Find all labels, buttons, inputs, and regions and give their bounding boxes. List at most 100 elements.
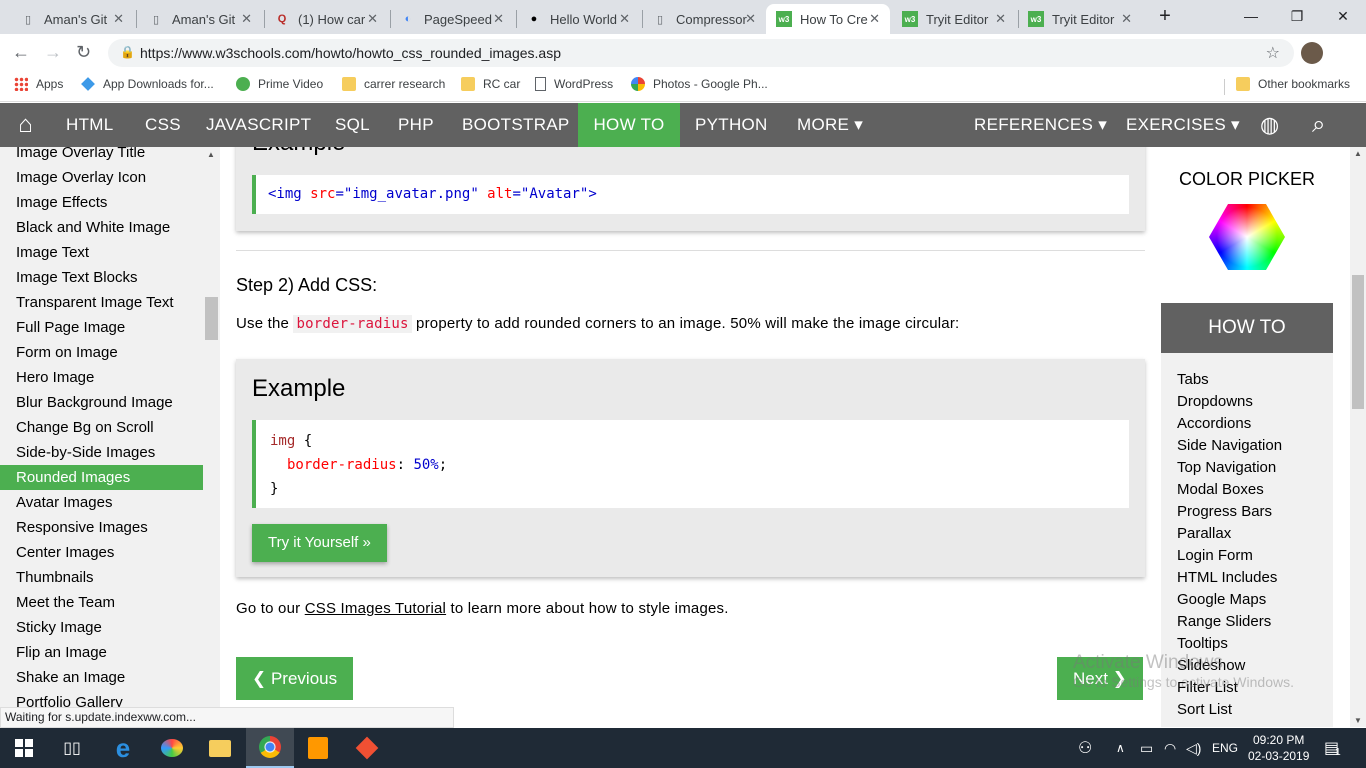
sidebar-scroll-thumb[interactable] [205, 297, 218, 340]
omnibox[interactable]: 🔒 https://www.w3schools.com/howto/howto_… [108, 39, 1294, 67]
sidebar-item[interactable]: Image Overlay Icon [0, 165, 205, 190]
sidebar-item[interactable]: Responsive Images [0, 515, 205, 540]
nav-html[interactable]: HTML [66, 103, 113, 147]
howto-link[interactable]: Tabs [1161, 369, 1333, 391]
git-icon[interactable] [343, 728, 391, 768]
nav-exercises[interactable]: EXERCISES ▾ [1126, 103, 1240, 147]
bookmark-item[interactable]: App Downloads for... [81, 77, 214, 91]
sublime-icon[interactable] [294, 728, 342, 768]
tab[interactable]: w3 Tryit Editor ✕ [892, 4, 1016, 34]
windows-start-icon[interactable] [0, 728, 48, 768]
scroll-up-icon[interactable]: ▲ [207, 150, 215, 159]
howto-link[interactable]: Top Navigation [1161, 457, 1333, 479]
bookmark-item[interactable]: Prime Video [236, 77, 323, 91]
howto-link[interactable]: Range Sliders [1161, 611, 1333, 633]
minimize-button[interactable]: — [1228, 0, 1274, 32]
sidebar-item[interactable]: Full Page Image [0, 315, 205, 340]
color-hexagon-icon[interactable] [1209, 204, 1285, 270]
try-it-yourself-button[interactable]: Try it Yourself » [252, 524, 387, 562]
nav-bootstrap[interactable]: BOOTSTRAP [462, 103, 570, 147]
howto-link[interactable]: Progress Bars [1161, 501, 1333, 523]
nav-howto[interactable]: HOW TO [578, 103, 680, 147]
howto-link[interactable]: Dropdowns [1161, 391, 1333, 413]
tab[interactable]: w3 Tryit Editor ✕ [1018, 4, 1142, 34]
tab-close-icon[interactable]: ✕ [493, 11, 504, 27]
tab-close-icon[interactable]: ✕ [113, 11, 124, 27]
reload-button[interactable]: ↻ [76, 42, 91, 63]
sidebar-item[interactable]: Avatar Images [0, 490, 205, 515]
tab-active[interactable]: w3 How To Cre ✕ [766, 4, 890, 34]
language-indicator[interactable]: ENG [1212, 728, 1238, 768]
howto-link[interactable]: Google Maps [1161, 589, 1333, 611]
sidebar-scrollbar[interactable]: ▲ [205, 147, 218, 710]
profile-avatar[interactable] [1301, 42, 1323, 64]
bookmark-item[interactable]: RC car [461, 77, 520, 91]
nav-sql[interactable]: SQL [335, 103, 370, 147]
sidebar-item[interactable]: Side-by-Side Images [0, 440, 205, 465]
sidebar-item[interactable]: Meet the Team [0, 590, 205, 615]
tab[interactable]: ▯ Aman's Git ✕ [138, 4, 262, 34]
tab[interactable]: ● Hello World ✕ [516, 4, 640, 34]
globe-icon[interactable]: ◍ [1260, 103, 1280, 147]
task-view-icon[interactable]: ▯▯ [48, 728, 96, 768]
nav-python[interactable]: PYTHON [695, 103, 768, 147]
paint-icon[interactable] [148, 728, 196, 768]
howto-link[interactable]: Login Form [1161, 545, 1333, 567]
previous-button[interactable]: ❮ Previous [236, 657, 354, 700]
tab-close-icon[interactable]: ✕ [995, 11, 1006, 27]
back-button[interactable]: ← [12, 42, 30, 63]
home-icon[interactable]: ⌂ [0, 103, 51, 147]
url-text[interactable]: https://www.w3schools.com/howto/howto_cs… [140, 45, 561, 61]
tab-close-icon[interactable]: ✕ [1121, 11, 1132, 27]
page-scroll-thumb[interactable] [1352, 275, 1364, 409]
tab-close-icon[interactable]: ✕ [241, 11, 252, 27]
wifi-icon[interactable]: ◠ [1164, 728, 1176, 768]
howto-link[interactable]: Side Navigation [1161, 435, 1333, 457]
tab[interactable]: ▯ Aman's Git ✕ [10, 4, 134, 34]
file-explorer-icon[interactable] [196, 728, 244, 768]
tab-close-icon[interactable]: ✕ [869, 11, 880, 27]
nav-php[interactable]: PHP [398, 103, 434, 147]
tab[interactable]: ◐ PageSpeed ✕ [390, 4, 514, 34]
tab[interactable]: Q (1) How car ✕ [264, 4, 388, 34]
clock[interactable]: 09:20 PM 02-03-2019 [1248, 728, 1309, 768]
bookmark-star-icon[interactable]: ☆ [1266, 43, 1280, 63]
nav-more[interactable]: MORE ▾ [797, 103, 863, 147]
nav-css[interactable]: CSS [145, 103, 181, 147]
new-tab-button[interactable]: + [1150, 0, 1180, 32]
sidebar-item[interactable]: Hero Image [0, 365, 205, 390]
forward-button[interactable]: → [44, 42, 62, 63]
sidebar-item[interactable]: Black and White Image [0, 215, 205, 240]
volume-icon[interactable]: ◁) [1186, 728, 1201, 768]
sidebar-item[interactable]: Shake an Image [0, 665, 205, 690]
bookmark-item[interactable]: Photos - Google Ph... [631, 77, 768, 91]
sidebar-item[interactable]: Form on Image [0, 340, 205, 365]
maximize-button[interactable]: ❐ [1274, 0, 1320, 32]
other-bookmarks[interactable]: Other bookmarks [1236, 77, 1350, 91]
tab-close-icon[interactable]: ✕ [367, 11, 378, 27]
people-icon[interactable]: ⚇ [1078, 728, 1092, 768]
scroll-down-icon[interactable]: ▼ [1354, 716, 1362, 725]
battery-icon[interactable]: ▭ [1140, 728, 1153, 768]
sidebar-item[interactable]: Thumbnails [0, 565, 205, 590]
tab-close-icon[interactable]: ✕ [619, 11, 630, 27]
bookmark-item[interactable]: carrer research [342, 77, 445, 91]
color-picker-title[interactable]: COLOR PICKER [1161, 169, 1333, 190]
close-window-button[interactable]: ✕ [1320, 0, 1366, 32]
sidebar-item[interactable]: Center Images [0, 540, 205, 565]
sidebar-item-active[interactable]: Rounded Images [0, 465, 203, 490]
howto-link[interactable]: Modal Boxes [1161, 479, 1333, 501]
edge-icon[interactable]: e [99, 728, 147, 768]
sidebar-item[interactable]: Flip an Image [0, 640, 205, 665]
sidebar-item[interactable]: Blur Background Image [0, 390, 205, 415]
notifications-icon[interactable]: ▤ 1 [1324, 728, 1341, 768]
sidebar-item[interactable]: Image Text [0, 240, 205, 265]
sidebar-item[interactable]: Change Bg on Scroll [0, 415, 205, 440]
howto-link[interactable]: Sort List [1161, 699, 1333, 721]
howto-link[interactable]: Parallax [1161, 523, 1333, 545]
tab-close-icon[interactable]: ✕ [745, 11, 756, 27]
chevron-up-icon[interactable]: ∧ [1116, 728, 1125, 768]
sidebar-item[interactable]: Image Overlay Title [0, 147, 205, 165]
nav-references[interactable]: REFERENCES ▾ [974, 103, 1107, 147]
tab[interactable]: ▯ Compressor ✕ [642, 4, 766, 34]
